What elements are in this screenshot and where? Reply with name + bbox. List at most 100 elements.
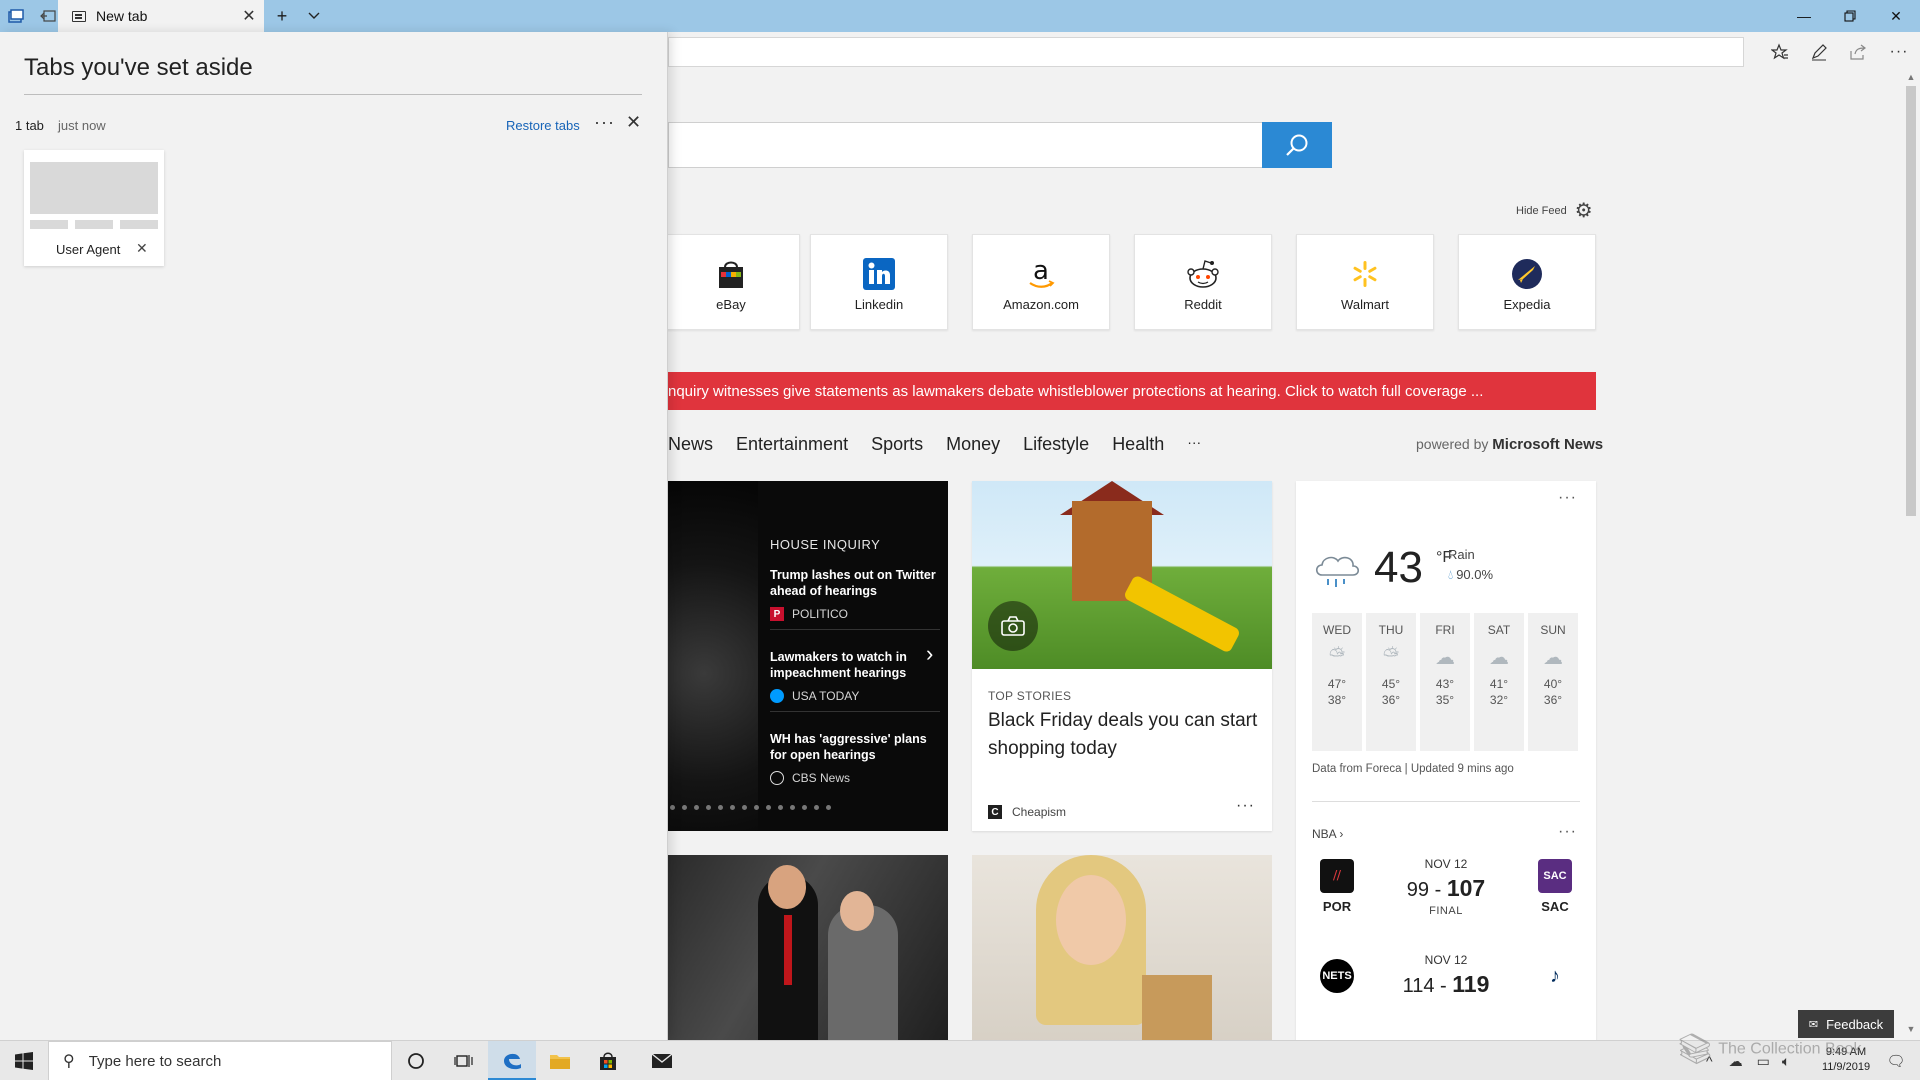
tab-thumbnail [30, 162, 158, 214]
taskbar: ⚲ Type here to search ^ ☁︎ ▭ 🔈︎ 9:49 AM … [0, 1040, 1920, 1080]
precip-chance: 💧︎ 90.0% [1448, 567, 1494, 582]
nba-game[interactable]: NETS NOV 12 114 - 119 ♪ [1296, 953, 1596, 1023]
category-money[interactable]: Money [946, 434, 1000, 455]
story-title[interactable]: Black Friday deals you can start shoppin… [988, 707, 1258, 763]
top-site-ebay[interactable]: eBay [668, 234, 800, 330]
hero-source: USA TODAY [770, 689, 940, 703]
restore-tabs-link[interactable]: Restore tabs [506, 118, 580, 133]
hero-story-3[interactable]: WH has 'aggressive' plans for open heari… [770, 731, 940, 785]
more-categories-icon[interactable]: ··· [1187, 434, 1201, 455]
cortana-icon[interactable] [392, 1041, 440, 1080]
search-input[interactable] [668, 122, 1262, 168]
group-more-icon[interactable]: ··· [594, 112, 615, 133]
partly-sunny-icon: ⛅︎ [1329, 645, 1345, 667]
tab-new-tab[interactable]: New tab ✕ [58, 0, 264, 32]
nba-game[interactable]: ⧸⧸ POR NOV 12 99 - 107 FINAL SAC SAC [1296, 857, 1596, 927]
cloud-icon: ☁︎ [1435, 647, 1455, 669]
forecast-day[interactable]: FRI ☁︎ 43° 35° [1420, 613, 1470, 751]
action-center-icon[interactable]: 🗨︎ [1872, 1041, 1920, 1080]
pen-icon[interactable] [1807, 40, 1831, 64]
politico-icon: P [770, 607, 784, 621]
more-options-icon[interactable]: ··· [1887, 40, 1911, 64]
news-image-card[interactable] [668, 855, 948, 1040]
nba-more-icon[interactable]: ··· [1558, 823, 1577, 841]
search-icon: ⚲ [63, 1053, 75, 1070]
set-aside-tabs-icon[interactable] [38, 6, 58, 26]
top-site-expedia[interactable]: Expedia [1458, 234, 1596, 330]
set-aside-time: just now [58, 118, 106, 133]
share-icon[interactable] [1846, 40, 1870, 64]
category-lifestyle[interactable]: Lifestyle [1023, 434, 1089, 455]
top-site-walmart[interactable]: Walmart [1296, 234, 1434, 330]
tab-close-icon[interactable]: ✕ [234, 6, 264, 26]
breaking-news-text: nquiry witnesses give statements as lawm… [668, 382, 1484, 400]
favorites-star-icon[interactable] [1768, 40, 1792, 64]
set-aside-tab-card[interactable]: User Agent ✕ [24, 150, 164, 266]
start-button[interactable] [0, 1041, 48, 1080]
carousel-dots[interactable] [670, 805, 838, 810]
category-news[interactable]: News [668, 434, 713, 455]
edge-taskbar-icon[interactable] [488, 1041, 536, 1080]
story-more-icon[interactable]: ··· [1236, 797, 1255, 815]
house-inquiry-card[interactable]: HOUSE INQUIRY Trump lashes out on Twitte… [668, 481, 948, 831]
forecast-day[interactable]: SUN ☁︎ 40° 36° [1528, 613, 1578, 751]
hero-source: CBS News [770, 771, 940, 785]
panel-title: Tabs you've set aside [24, 54, 253, 81]
nba-link[interactable]: NBA › [1312, 827, 1343, 841]
camera-icon [988, 601, 1038, 651]
blazers-logo-icon: ⧸⧸ [1320, 859, 1354, 893]
top-site-label: Linkedin [854, 297, 904, 312]
forecast-day[interactable]: WED ⛅︎ 47° 38° [1312, 613, 1362, 751]
windows-logo-icon [15, 1052, 33, 1070]
rain-cloud-icon [1312, 549, 1364, 589]
cloud-icon: ☁︎ [1543, 647, 1563, 669]
remove-tab-icon[interactable]: ✕ [136, 240, 148, 257]
weather-more-icon[interactable]: ··· [1558, 489, 1577, 507]
black-friday-card[interactable]: TOP STORIES Black Friday deals you can s… [972, 481, 1272, 831]
top-site-amazon[interactable]: a Amazon.com [972, 234, 1110, 330]
feedback-icon: ✉ [1808, 1018, 1819, 1031]
category-entertainment[interactable]: Entertainment [736, 434, 848, 455]
chevron-down-icon[interactable] [304, 6, 324, 26]
scrollbar-thumb[interactable] [1906, 86, 1916, 516]
feedback-label: Feedback [1826, 1016, 1884, 1032]
top-site-linkedin[interactable]: Linkedin [810, 234, 948, 330]
category-health[interactable]: Health [1112, 434, 1164, 455]
svg-text:a: a [1033, 258, 1049, 286]
top-site-label: eBay [716, 297, 746, 312]
current-temp: 43 [1374, 543, 1423, 592]
story-source: C Cheapism [988, 805, 1066, 819]
address-bar[interactable] [668, 37, 1744, 67]
hide-feed-link[interactable]: Hide Feed ⚙ [1516, 198, 1593, 223]
minimize-button[interactable]: — [1781, 0, 1827, 32]
store-icon[interactable] [584, 1041, 632, 1080]
restore-button[interactable] [1827, 0, 1873, 32]
expedia-icon [1510, 257, 1544, 291]
forecast-day[interactable]: SAT ☁︎ 41° 32° [1474, 613, 1524, 751]
hero-story-2[interactable]: Lawmakers to watch in impeachment hearin… [770, 649, 940, 703]
divider [1312, 801, 1580, 802]
next-arrow-icon[interactable]: › [926, 641, 933, 667]
category-sports[interactable]: Sports [871, 434, 923, 455]
new-tab-plus-icon[interactable]: + [272, 6, 292, 26]
powered-by-brand[interactable]: Microsoft News [1492, 436, 1603, 453]
forecast-day[interactable]: THU ⛅︎ 45° 36° [1366, 613, 1416, 751]
breaking-news-banner[interactable]: nquiry witnesses give statements as lawm… [668, 372, 1596, 410]
gear-icon[interactable]: ⚙ [1575, 198, 1593, 223]
top-site-reddit[interactable]: Reddit [1134, 234, 1272, 330]
weather-condition: Rain [1448, 547, 1475, 562]
shopping-image-card[interactable] [972, 855, 1272, 1040]
hero-story-1[interactable]: Trump lashes out on Twitter ahead of hea… [770, 567, 940, 621]
cbs-eye-icon [770, 771, 784, 785]
page-scrollbar[interactable]: ▲ ▼ [1902, 70, 1920, 1040]
close-window-button[interactable]: ✕ [1873, 0, 1919, 32]
close-group-icon[interactable]: ✕ [626, 112, 641, 133]
tab-preview-icon[interactable] [6, 6, 26, 26]
task-view-icon[interactable] [440, 1041, 488, 1080]
mail-icon[interactable] [638, 1041, 686, 1080]
weather-footer[interactable]: Data from Foreca | Updated 9 mins ago [1312, 763, 1514, 775]
search-button[interactable] [1262, 122, 1332, 168]
reddit-icon [1186, 257, 1220, 291]
file-explorer-icon[interactable] [536, 1041, 584, 1080]
taskbar-search-box[interactable]: ⚲ Type here to search [48, 1041, 392, 1080]
